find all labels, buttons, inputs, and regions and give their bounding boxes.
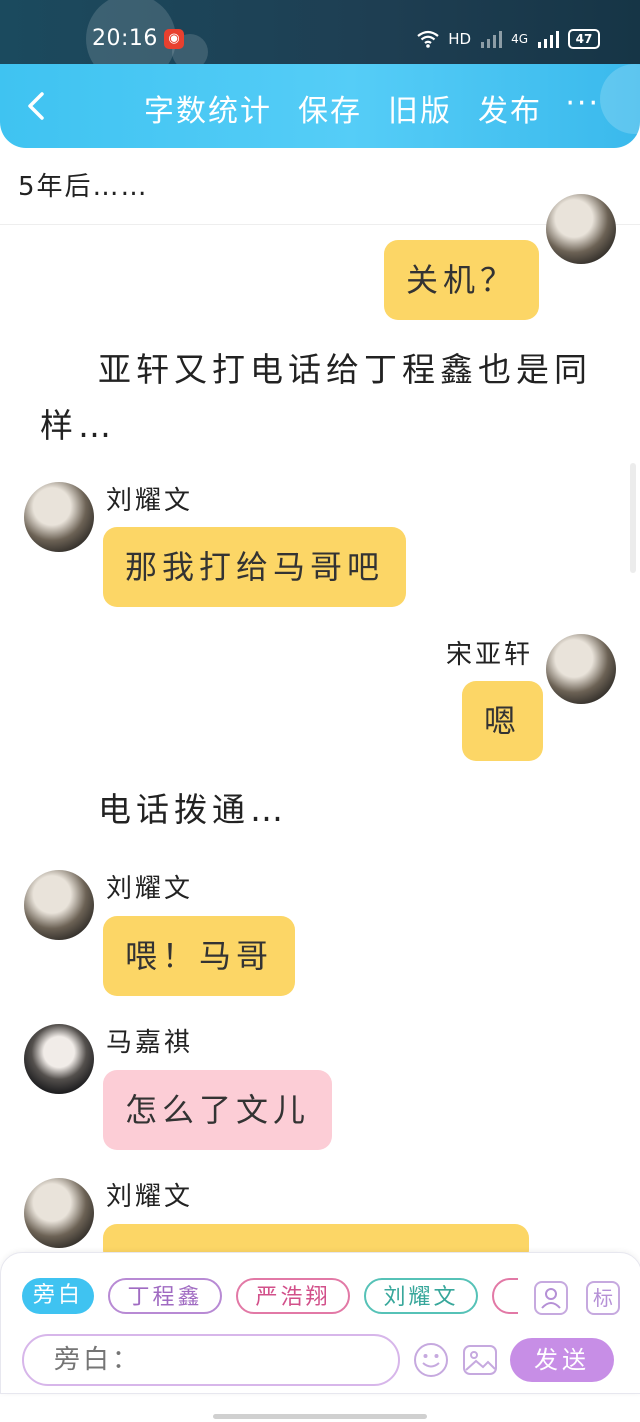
network-label: HD xyxy=(448,30,472,48)
wifi-icon xyxy=(417,30,439,48)
narration-text[interactable]: 亚轩又打电话给丁程鑫也是同样… xyxy=(40,342,610,454)
chat-bubble[interactable]: 关机？ xyxy=(384,240,540,320)
avatar[interactable] xyxy=(24,482,94,552)
narration-text[interactable]: 电话拨通… xyxy=(98,782,288,838)
avatar[interactable] xyxy=(546,634,616,704)
mobile-data-label: 4G xyxy=(511,32,528,46)
home-indicator[interactable] xyxy=(213,1414,427,1419)
role-chip[interactable]: 严浩翔 xyxy=(236,1278,350,1314)
role-chip[interactable]: 丁程鑫 xyxy=(108,1278,222,1314)
image-icon[interactable] xyxy=(462,1342,498,1378)
role-chip[interactable] xyxy=(492,1278,518,1314)
avatar[interactable] xyxy=(546,194,616,264)
battery-icon: 47 xyxy=(568,29,600,49)
mark-button[interactable]: 标 xyxy=(586,1281,620,1315)
editor-toolbar: 字数统计 保存 旧版 发布 ··· xyxy=(0,64,640,148)
toolbar-menu: 字数统计 保存 旧版 发布 xyxy=(144,86,542,130)
send-button[interactable]: 发送 xyxy=(510,1338,614,1382)
status-time: 20:16 xyxy=(92,26,158,51)
chapter-title: 5年后…… xyxy=(18,172,149,202)
message-input[interactable] xyxy=(22,1334,400,1386)
speaker-name: 马嘉祺 xyxy=(106,1028,194,1058)
divider xyxy=(0,224,640,225)
old-version-button[interactable]: 旧版 xyxy=(388,86,452,130)
chat-bubble[interactable]: 喂！马哥 xyxy=(103,916,296,996)
scrollbar[interactable] xyxy=(630,463,636,573)
speaker-name: 宋亚轩 xyxy=(446,640,534,670)
role-chip[interactable]: 旁白 xyxy=(22,1278,94,1314)
speaker-name: 刘耀文 xyxy=(106,1182,194,1212)
status-icons: HD 4G 47 xyxy=(416,28,600,50)
status-bar: 20:16 ◉ HD 4G 47 xyxy=(0,0,640,84)
chat-bubble[interactable]: 嗯 xyxy=(462,681,544,761)
save-button[interactable]: 保存 xyxy=(298,86,362,130)
signal-weak-icon xyxy=(481,31,503,48)
role-chip[interactable]: 刘耀文 xyxy=(364,1278,478,1314)
decorative-circle xyxy=(600,64,640,134)
publish-button[interactable]: 发布 xyxy=(478,86,542,130)
avatar[interactable] xyxy=(24,1024,94,1094)
avatar[interactable] xyxy=(24,870,94,940)
chat-bubble[interactable]: 那我打给马哥吧 xyxy=(103,527,407,607)
add-role-icon[interactable] xyxy=(534,1281,568,1315)
speaker-name: 刘耀文 xyxy=(106,486,194,516)
netease-music-icon: ◉ xyxy=(164,29,184,49)
emoji-icon[interactable] xyxy=(413,1342,449,1378)
signal-strong-icon xyxy=(538,31,559,48)
role-chips: 旁白 丁程鑫 严浩翔 刘耀文 xyxy=(22,1278,518,1318)
speaker-name: 刘耀文 xyxy=(106,874,194,904)
chevron-left-icon[interactable] xyxy=(18,88,54,124)
word-count-button[interactable]: 字数统计 xyxy=(144,86,272,130)
chat-bubble[interactable]: 怎么了文儿 xyxy=(103,1070,333,1150)
more-options-button[interactable]: ··· xyxy=(565,86,600,121)
avatar[interactable] xyxy=(24,1178,94,1248)
